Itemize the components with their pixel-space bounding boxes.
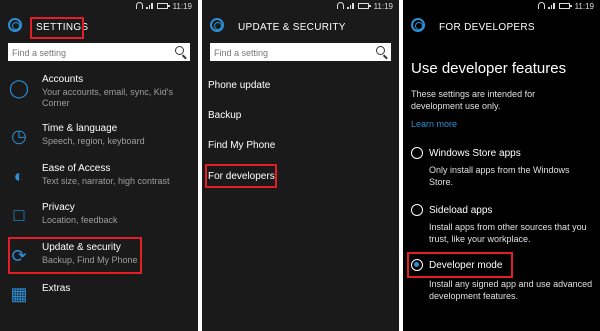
page-header: UPDATE & SECURITY — [202, 14, 399, 40]
radio-label[interactable]: Windows Store apps — [429, 148, 521, 159]
settings-item-subtitle: Text size, narrator, high contrast — [42, 176, 170, 186]
status-bar: 11:19 — [0, 0, 198, 12]
menu-item-find-my-phone[interactable]: Find My Phone — [208, 140, 275, 151]
menu-item-phone-update[interactable]: Phone update — [208, 80, 270, 91]
status-bar: 11:19 — [202, 0, 399, 12]
settings-item-label: Time & language — [42, 123, 118, 134]
signal-icon — [347, 2, 355, 9]
radio-label[interactable]: Sideload apps — [429, 205, 492, 216]
gear-icon — [8, 18, 22, 32]
clock: 11:19 — [373, 2, 393, 11]
section-heading: Use developer features — [411, 60, 567, 77]
section-description: These settings are intended for developm… — [411, 89, 536, 111]
wifi-icon — [337, 2, 344, 9]
wifi-icon — [136, 2, 143, 9]
settings-item-subtitle: Speech, region, keyboard — [42, 136, 145, 146]
page-title: FOR DEVELOPERS — [439, 22, 535, 33]
page-title: UPDATE & SECURITY — [238, 22, 346, 33]
settings-item-label: Privacy — [42, 202, 75, 213]
radio-sideload-apps[interactable] — [411, 204, 423, 216]
radio-description: Install apps from other sources that you… — [429, 222, 587, 244]
settings-item-label: Accounts — [42, 74, 84, 85]
menu-item-backup[interactable]: Backup — [208, 110, 241, 121]
lock-icon: □ — [13, 205, 25, 225]
settings-item-label: Ease of Access — [42, 163, 111, 174]
signal-icon — [146, 2, 154, 9]
battery-icon — [358, 3, 371, 9]
extras-grid-icon: ▦ — [10, 284, 28, 304]
gear-icon — [210, 18, 224, 32]
settings-item-subtitle: Location, feedback — [42, 215, 118, 225]
highlight-box — [205, 164, 277, 188]
settings-item-extras[interactable]: ▦ Extras — [0, 283, 198, 304]
radio-windows-store-apps[interactable] — [411, 147, 423, 159]
signal-icon — [548, 2, 556, 9]
highlight-box — [30, 17, 84, 39]
settings-panel: 11:19 SETTINGS ◯ Accounts Your accounts,… — [0, 0, 198, 331]
ease-of-access-icon: ◐ — [13, 166, 25, 186]
settings-item-label: Extras — [42, 283, 71, 294]
clock: 11:19 — [574, 2, 594, 11]
settings-item-privacy[interactable]: □ Privacy Location, feedback — [0, 202, 198, 228]
search-input[interactable] — [8, 44, 190, 62]
time-language-icon: ◷ — [11, 126, 27, 146]
battery-icon — [559, 3, 572, 9]
settings-item-subtitle: Your accounts, email, sync, Kid's Corner — [42, 87, 173, 108]
search-icon[interactable] — [175, 46, 184, 55]
wifi-icon — [538, 2, 545, 9]
gear-icon — [411, 18, 425, 32]
settings-item-ease-of-access[interactable]: ◐ Ease of Access Text size, narrator, hi… — [0, 163, 198, 189]
search-input[interactable] — [210, 44, 391, 62]
radio-description: Install any signed app and use advanced … — [429, 279, 593, 301]
update-security-panel: 11:19 UPDATE & SECURITY Phone update Bac… — [202, 0, 399, 331]
battery-icon — [157, 3, 170, 9]
person-icon: ◯ — [8, 78, 30, 98]
settings-item-time-language[interactable]: ◷ Time & language Speech, region, keyboa… — [0, 123, 198, 149]
highlight-box — [407, 252, 513, 278]
search-icon[interactable] — [376, 46, 385, 55]
radio-description: Only install apps from the Windows Store… — [429, 165, 570, 187]
status-bar: 11:19 — [403, 0, 600, 12]
for-developers-panel: 11:19 FOR DEVELOPERS Use developer featu… — [403, 0, 600, 331]
clock: 11:19 — [172, 2, 192, 11]
page-header: FOR DEVELOPERS — [403, 14, 600, 40]
learn-more-link[interactable]: Learn more — [411, 119, 457, 129]
highlight-box — [8, 237, 142, 274]
settings-item-accounts[interactable]: ◯ Accounts Your accounts, email, sync, K… — [0, 74, 198, 110]
search-box[interactable] — [210, 43, 391, 62]
search-box[interactable] — [8, 43, 190, 62]
